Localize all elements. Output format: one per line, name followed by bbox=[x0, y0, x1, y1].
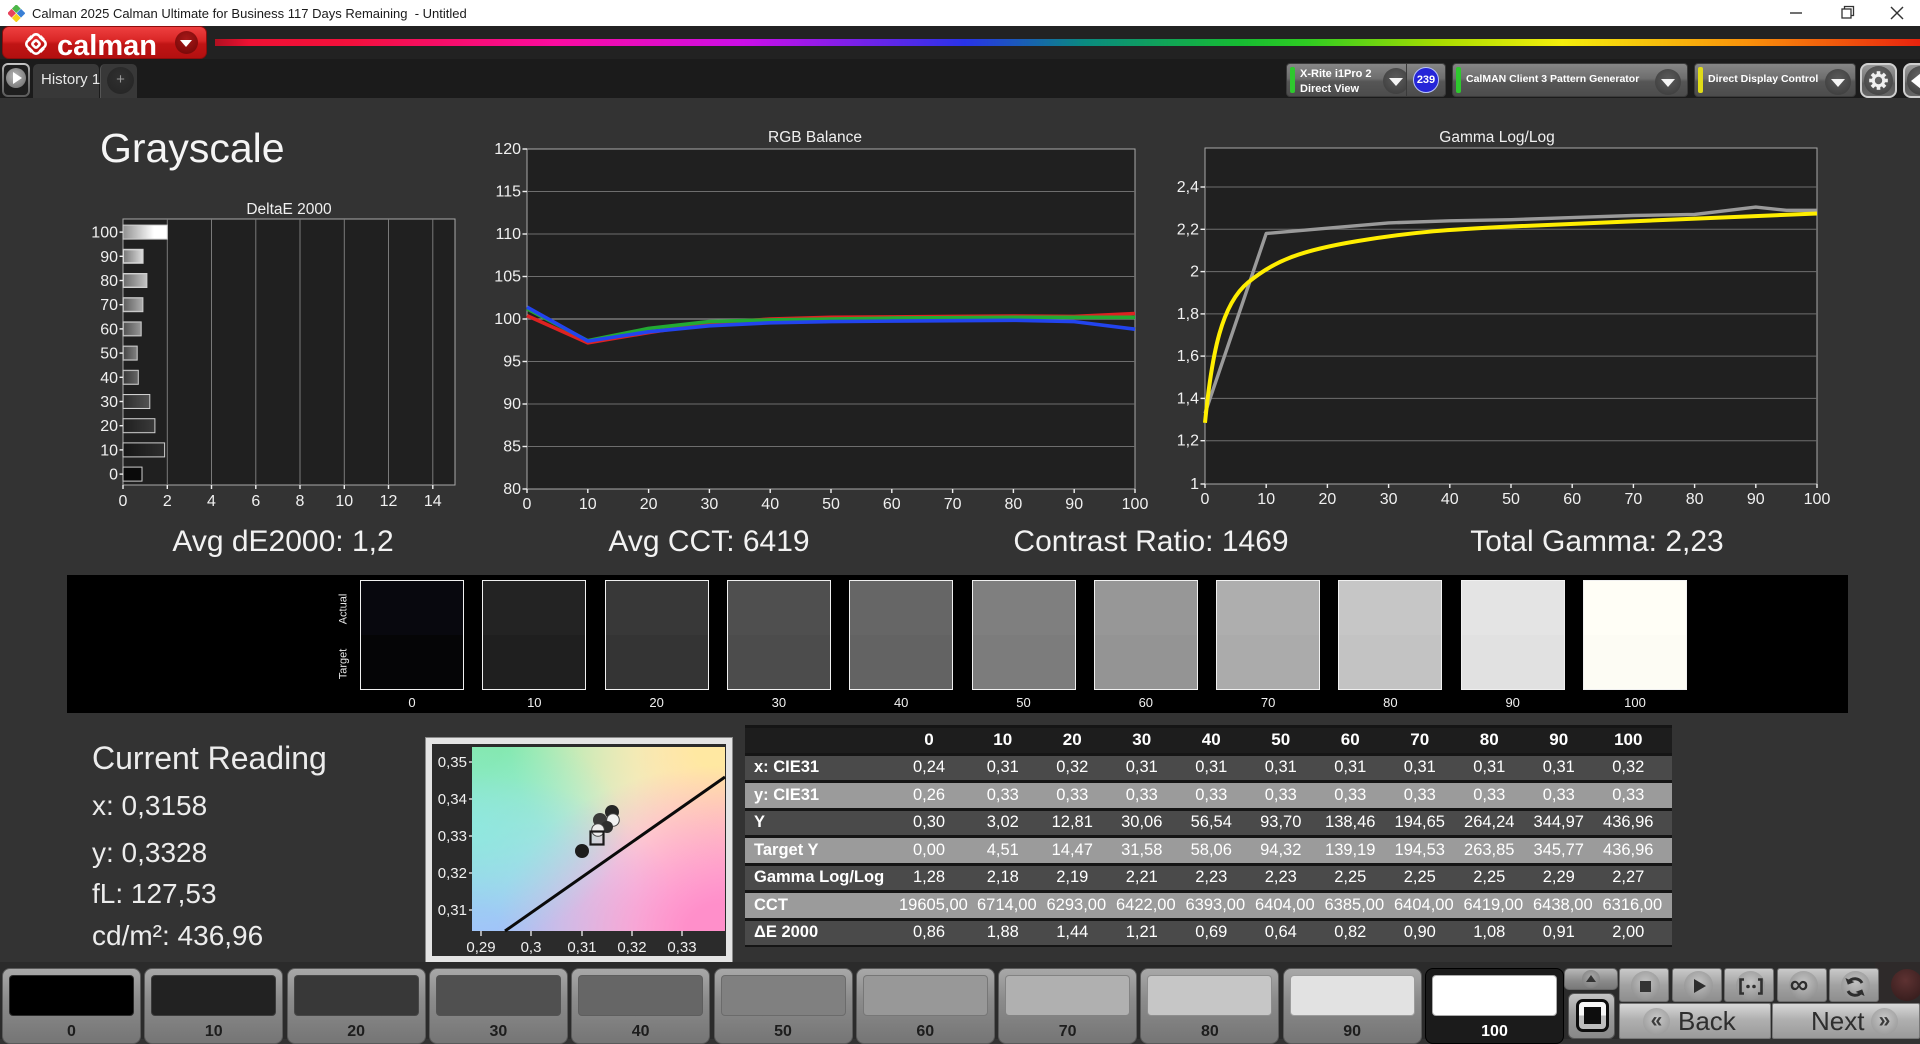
svg-text:50: 50 bbox=[822, 496, 840, 511]
svg-text:8: 8 bbox=[296, 493, 305, 510]
svg-text:0,32: 0,32 bbox=[438, 865, 467, 882]
svg-text:0: 0 bbox=[523, 496, 532, 511]
svg-text:0,33: 0,33 bbox=[667, 939, 696, 956]
svg-text:1,8: 1,8 bbox=[1177, 306, 1199, 323]
svg-text:70: 70 bbox=[944, 496, 962, 511]
svg-text:50: 50 bbox=[100, 346, 118, 363]
svg-text:0: 0 bbox=[119, 493, 128, 510]
svg-text:1,2: 1,2 bbox=[1177, 433, 1199, 450]
svg-text:80: 80 bbox=[100, 273, 118, 290]
svg-text:Gamma Log/Log: Gamma Log/Log bbox=[1439, 129, 1554, 146]
svg-text:60: 60 bbox=[1563, 491, 1581, 508]
svg-text:RGB Balance: RGB Balance bbox=[768, 129, 862, 146]
svg-text:90: 90 bbox=[1747, 491, 1765, 508]
svg-text:6: 6 bbox=[251, 493, 260, 510]
svg-text:50: 50 bbox=[1502, 491, 1520, 508]
svg-text:80: 80 bbox=[503, 481, 521, 498]
svg-text:100: 100 bbox=[91, 225, 118, 242]
svg-text:10: 10 bbox=[100, 442, 118, 459]
svg-text:40: 40 bbox=[100, 370, 118, 387]
svg-text:2,4: 2,4 bbox=[1177, 179, 1199, 196]
svg-text:1,4: 1,4 bbox=[1177, 390, 1199, 407]
svg-text:12: 12 bbox=[380, 493, 398, 510]
svg-text:40: 40 bbox=[1441, 491, 1459, 508]
svg-text:60: 60 bbox=[100, 321, 118, 338]
svg-text:14: 14 bbox=[424, 493, 442, 510]
svg-text:0,31: 0,31 bbox=[438, 902, 467, 919]
svg-text:30: 30 bbox=[1380, 491, 1398, 508]
svg-text:0,35: 0,35 bbox=[438, 754, 467, 771]
svg-text:0,3: 0,3 bbox=[521, 939, 542, 956]
svg-text:70: 70 bbox=[100, 297, 118, 314]
svg-text:115: 115 bbox=[495, 184, 521, 201]
svg-text:0,29: 0,29 bbox=[466, 939, 495, 956]
svg-text:0: 0 bbox=[109, 467, 118, 484]
svg-text:1,6: 1,6 bbox=[1177, 348, 1199, 365]
svg-text:90: 90 bbox=[503, 396, 521, 413]
svg-text:30: 30 bbox=[701, 496, 719, 511]
svg-text:110: 110 bbox=[495, 226, 521, 243]
svg-text:80: 80 bbox=[1686, 491, 1704, 508]
svg-text:10: 10 bbox=[1257, 491, 1275, 508]
svg-text:0,33: 0,33 bbox=[438, 828, 467, 845]
svg-text:0,34: 0,34 bbox=[438, 791, 467, 808]
svg-text:95: 95 bbox=[503, 354, 521, 371]
svg-text:0,31: 0,31 bbox=[567, 939, 596, 956]
svg-text:85: 85 bbox=[503, 439, 521, 456]
svg-text:0: 0 bbox=[1201, 491, 1210, 508]
svg-text:120: 120 bbox=[494, 141, 521, 158]
svg-text:2: 2 bbox=[1190, 264, 1199, 281]
svg-text:80: 80 bbox=[1005, 496, 1023, 511]
svg-text:2,2: 2,2 bbox=[1177, 221, 1199, 238]
svg-text:DeltaE 2000: DeltaE 2000 bbox=[246, 201, 332, 218]
svg-text:100: 100 bbox=[494, 311, 521, 328]
svg-text:70: 70 bbox=[1625, 491, 1643, 508]
svg-text:20: 20 bbox=[100, 418, 118, 435]
svg-text:4: 4 bbox=[207, 493, 216, 510]
svg-text:20: 20 bbox=[640, 496, 658, 511]
svg-text:10: 10 bbox=[335, 493, 353, 510]
svg-text:1: 1 bbox=[1190, 476, 1199, 493]
svg-text:90: 90 bbox=[1065, 496, 1083, 511]
svg-text:2: 2 bbox=[163, 493, 172, 510]
svg-text:0,32: 0,32 bbox=[617, 939, 646, 956]
svg-text:20: 20 bbox=[1319, 491, 1337, 508]
svg-text:10: 10 bbox=[579, 496, 597, 511]
svg-text:105: 105 bbox=[494, 269, 521, 286]
svg-text:30: 30 bbox=[100, 394, 118, 411]
svg-text:40: 40 bbox=[761, 496, 779, 511]
svg-text:100: 100 bbox=[1804, 491, 1831, 508]
svg-text:60: 60 bbox=[883, 496, 901, 511]
svg-text:90: 90 bbox=[100, 249, 118, 266]
